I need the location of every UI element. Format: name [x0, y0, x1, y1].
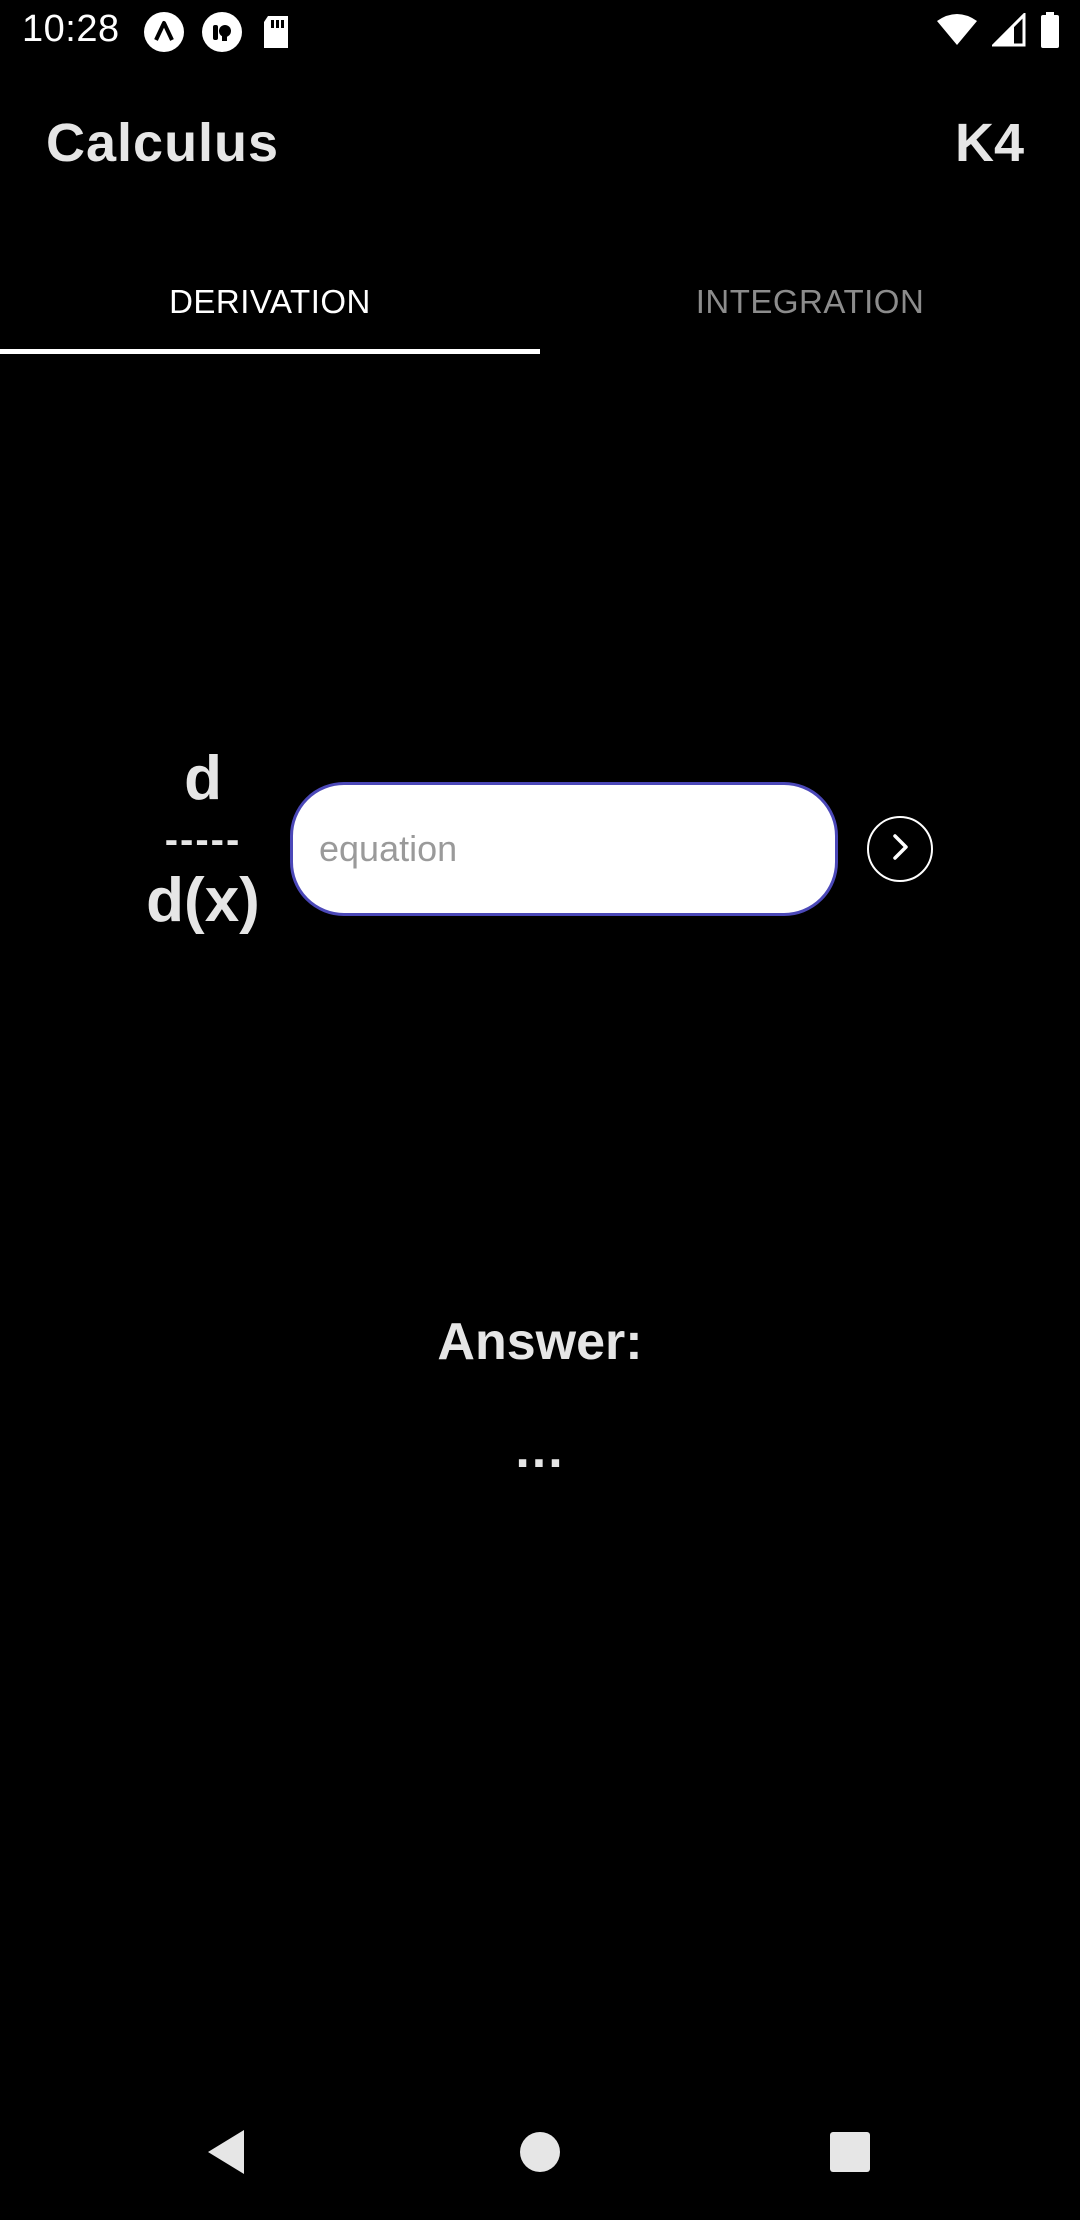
system-nav-bar [0, 2100, 1080, 2220]
tab-derivation-label: DERIVATION [169, 283, 371, 320]
status-right-icons [936, 11, 1060, 53]
derivative-operator: d ----- d(x) [130, 738, 276, 942]
back-icon [204, 2128, 248, 2181]
nav-home-button[interactable] [510, 2124, 570, 2184]
app-notification-icon-b [202, 12, 242, 57]
tab-derivation[interactable]: DERIVATION [0, 250, 540, 354]
cellular-signal-icon [990, 11, 1026, 52]
recents-icon [829, 2131, 871, 2178]
nav-recents-button[interactable] [820, 2124, 880, 2184]
battery-icon [1040, 12, 1060, 53]
sd-card-icon [260, 14, 292, 55]
equation-input[interactable] [290, 782, 838, 916]
derivative-denominator: d(x) [146, 866, 260, 935]
tab-integration-label: INTEGRATION [695, 283, 925, 320]
answer-value: ... [515, 1421, 565, 1479]
home-icon [519, 2131, 561, 2178]
tab-bar: DERIVATION INTEGRATION [0, 250, 1080, 354]
wifi-icon [936, 13, 978, 52]
nav-back-button[interactable] [196, 2124, 256, 2184]
submit-button[interactable] [867, 816, 933, 882]
tab-active-indicator [0, 349, 540, 354]
status-bar: 10:28 [0, 0, 1080, 66]
app-title: Calculus [46, 113, 280, 173]
chevron-right-icon [885, 832, 915, 867]
status-left-icons [144, 12, 292, 57]
answer-label: Answer: [437, 1313, 643, 1371]
user-label[interactable]: K4 [955, 112, 1024, 174]
tab-integration[interactable]: INTEGRATION [540, 250, 1080, 354]
derivative-numerator: d [184, 744, 222, 813]
app-notification-icon-a [144, 12, 184, 57]
status-time: 10:28 [22, 8, 120, 50]
derivative-fraction-line: ----- [164, 818, 242, 862]
